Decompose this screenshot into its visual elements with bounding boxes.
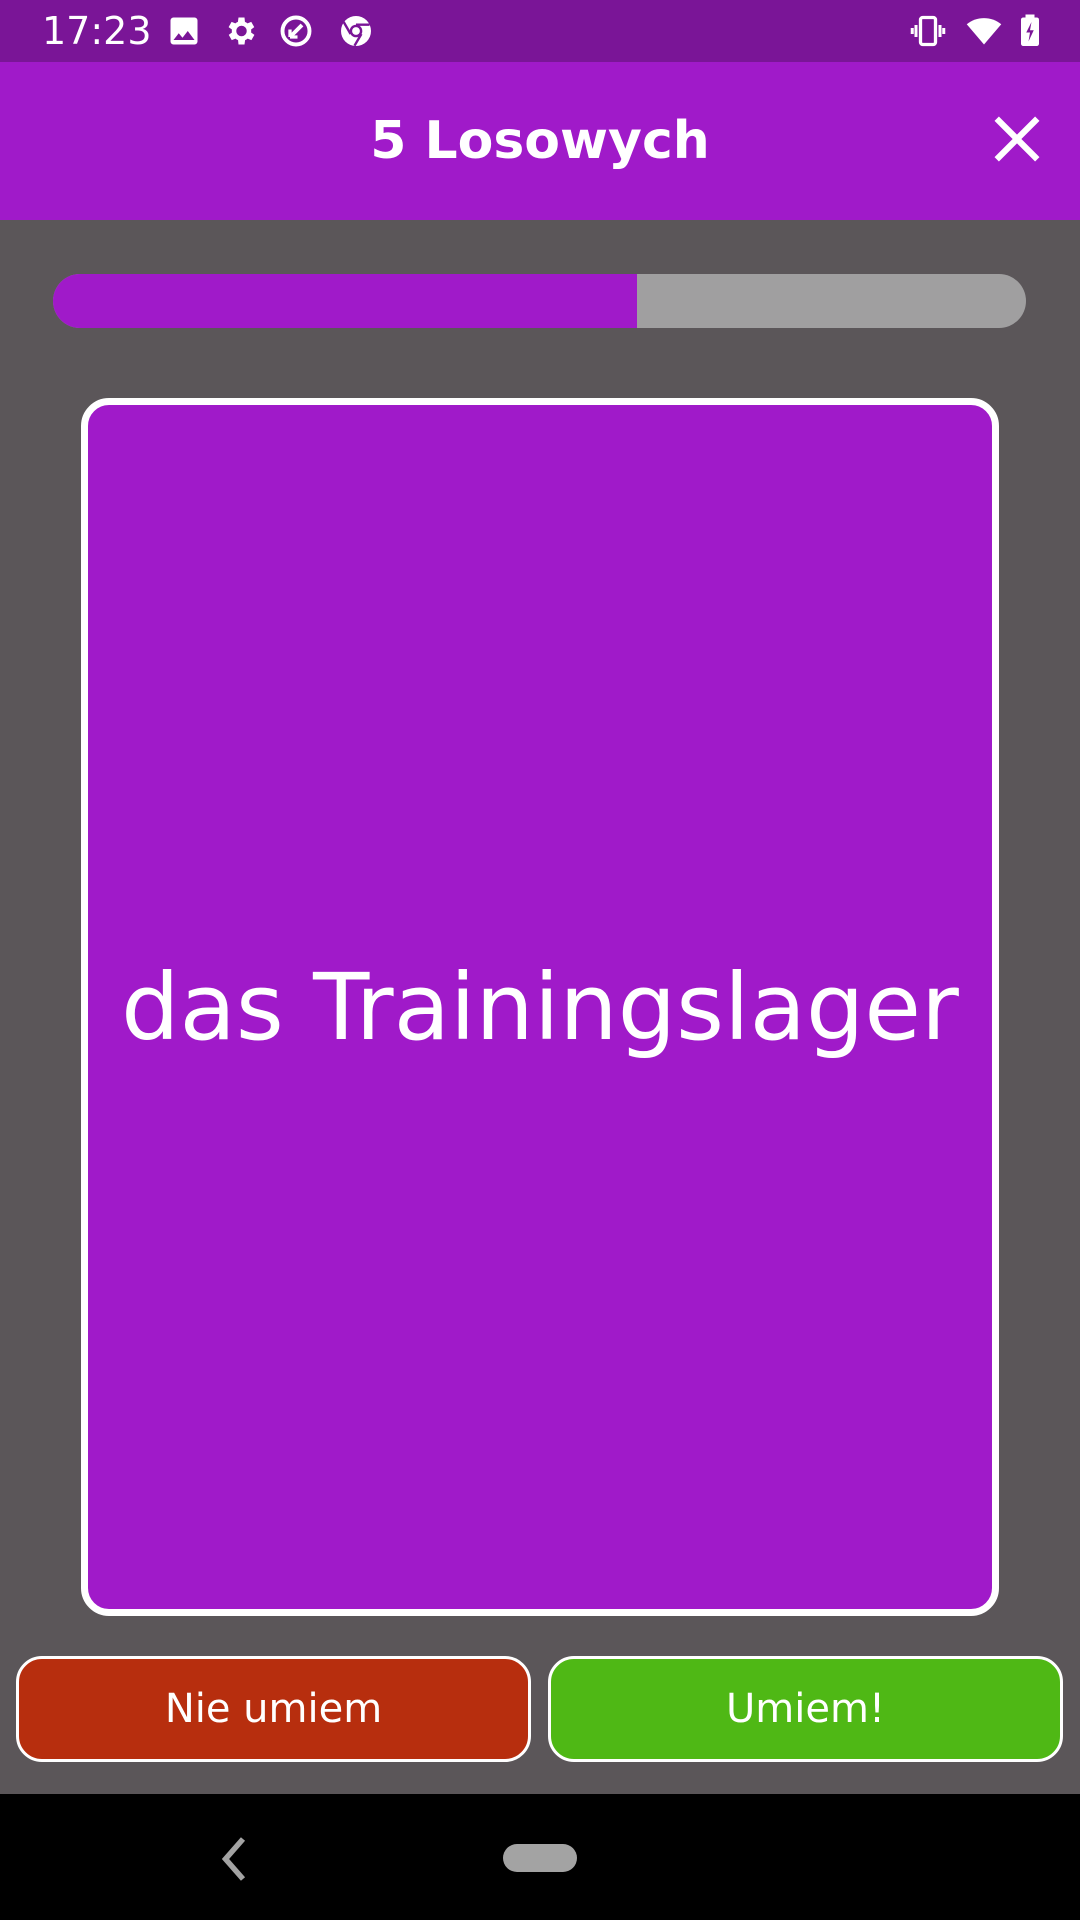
- home-pill-icon[interactable]: [503, 1844, 577, 1872]
- image-icon: [170, 17, 198, 45]
- battery-charging-icon: [1021, 14, 1039, 46]
- flashcard[interactable]: das Trainingslager: [81, 398, 999, 1616]
- status-bar: 17:23: [0, 0, 1080, 62]
- vibrate-icon: [910, 15, 946, 47]
- page-title: 5 Losowych: [370, 111, 710, 171]
- flashcard-word: das Trainingslager: [121, 953, 959, 1061]
- app-bar: 5 Losowych: [0, 62, 1080, 220]
- progress-fill: [53, 274, 637, 328]
- data-saver-icon: [280, 15, 312, 47]
- know-button[interactable]: Umiem!: [548, 1656, 1063, 1762]
- close-icon[interactable]: [986, 108, 1048, 170]
- dont-know-button[interactable]: Nie umiem: [16, 1656, 531, 1762]
- wifi-icon: [966, 18, 1002, 45]
- chrome-icon: [341, 16, 371, 47]
- status-time: 17:23: [42, 9, 152, 53]
- progress-bar: [53, 274, 1026, 328]
- gear-icon: [228, 17, 255, 45]
- navigation-bar: [0, 1794, 1080, 1920]
- back-chevron-icon[interactable]: [218, 1834, 248, 1884]
